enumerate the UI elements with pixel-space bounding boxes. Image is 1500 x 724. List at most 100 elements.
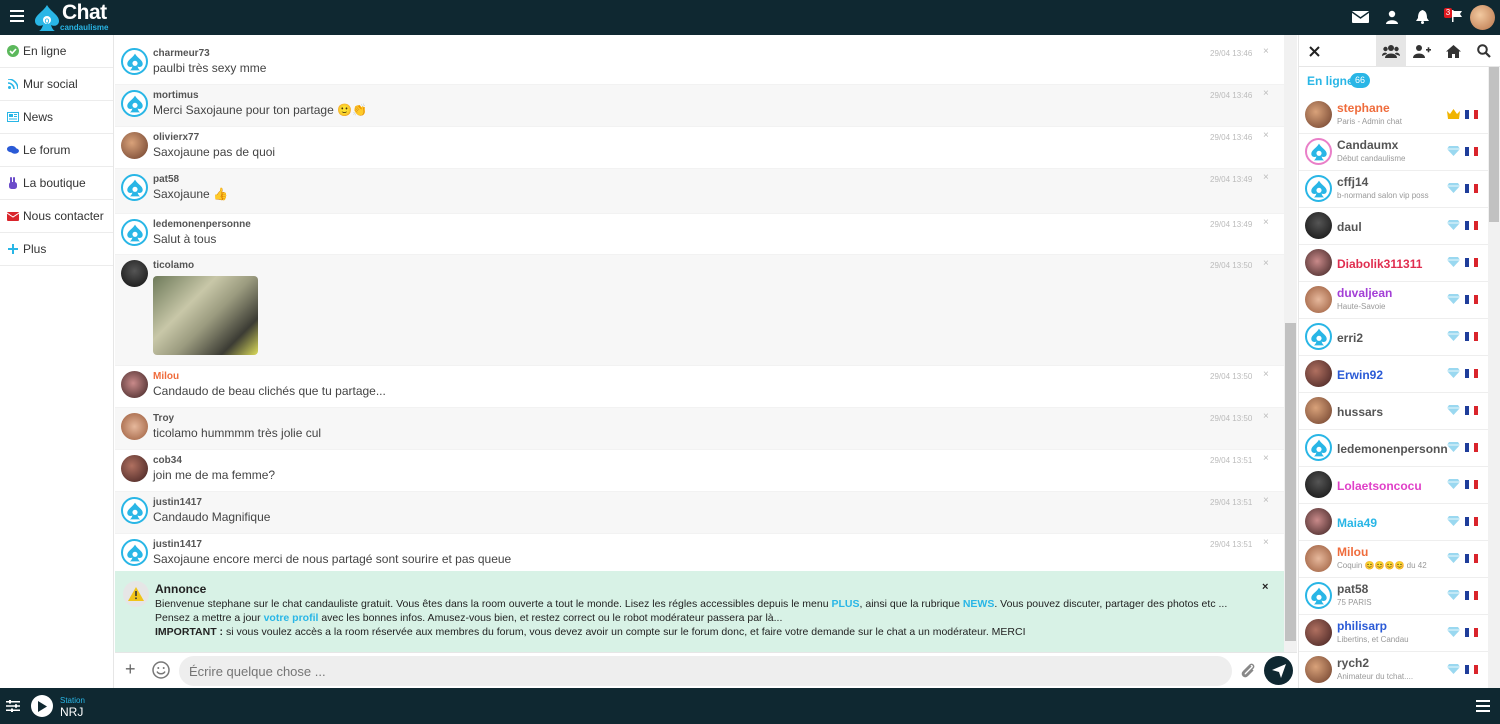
message-username[interactable]: justin1417: [153, 497, 202, 508]
online-user[interactable]: daul: [1299, 208, 1489, 245]
avatar[interactable]: [121, 455, 148, 482]
message-username[interactable]: Milou: [153, 371, 179, 382]
station-label: Station: [60, 696, 85, 705]
nav-item-label: Le forum: [23, 143, 71, 157]
nav-item-la-boutique[interactable]: La boutique: [0, 167, 113, 200]
delete-message-button[interactable]: ×: [1263, 217, 1269, 228]
user-list-scrollbar[interactable]: [1488, 67, 1500, 688]
online-user[interactable]: Milou Coquin 😊😊😊😊 du 42: [1299, 541, 1489, 578]
delete-message-button[interactable]: ×: [1263, 130, 1269, 141]
online-user[interactable]: Erwin92: [1299, 356, 1489, 393]
online-user[interactable]: ledemonenpersonn: [1299, 430, 1489, 467]
avatar: [1305, 286, 1332, 313]
chat-message: ledemonenpersonne 29/04 13:49 × Salut à tou…: [115, 214, 1284, 255]
close-panel-button[interactable]: [1299, 35, 1329, 67]
message-username[interactable]: Troy: [153, 413, 174, 424]
tab-search[interactable]: [1469, 35, 1499, 67]
tab-users[interactable]: [1376, 35, 1406, 67]
avatar: [1305, 508, 1332, 535]
message-username[interactable]: justin1417: [153, 539, 202, 550]
nav-item-label: En ligne: [23, 44, 67, 58]
delete-message-button[interactable]: ×: [1263, 46, 1269, 57]
chat-scrollbar[interactable]: [1284, 35, 1297, 652]
spade-logo-icon: Q: [35, 5, 59, 31]
delete-message-button[interactable]: ×: [1263, 537, 1269, 548]
user-name: philisarp: [1337, 619, 1388, 633]
message-username[interactable]: olivierx77: [153, 132, 199, 143]
nav-item-mur-social[interactable]: Mur social: [0, 68, 113, 101]
avatar[interactable]: [121, 497, 148, 524]
bell-icon[interactable]: [1416, 10, 1429, 24]
nav-item-nous-contacter[interactable]: Nous contacter: [0, 200, 113, 233]
avatar[interactable]: [121, 48, 148, 75]
nav-item-label: Plus: [23, 242, 47, 256]
menu-icon[interactable]: [1476, 700, 1490, 712]
avatar[interactable]: [121, 174, 148, 201]
avatar[interactable]: [121, 413, 148, 440]
avatar[interactable]: [121, 371, 148, 398]
message-username[interactable]: pat58: [153, 174, 179, 185]
online-user[interactable]: stephane Paris - Admin chat: [1299, 97, 1489, 134]
nav-item-le-forum[interactable]: Le forum: [0, 134, 113, 167]
diamond-icon: [1447, 627, 1460, 637]
delete-message-button[interactable]: ×: [1263, 411, 1269, 422]
delete-message-button[interactable]: ×: [1263, 258, 1269, 269]
avatar[interactable]: [121, 132, 148, 159]
menu-icon[interactable]: [10, 10, 24, 24]
paperclip-icon[interactable]: [1240, 662, 1256, 680]
message-username[interactable]: cob34: [153, 455, 182, 466]
french-flag-icon: [1465, 110, 1478, 119]
station-name: NRJ: [60, 705, 84, 719]
online-user[interactable]: rych2 Animateur du tchat....: [1299, 652, 1489, 689]
user-icon[interactable]: [1386, 10, 1398, 24]
message-username[interactable]: charmeur73: [153, 48, 210, 59]
nav-item-plus[interactable]: Plus: [0, 233, 113, 266]
avatar[interactable]: [121, 219, 148, 246]
delete-message-button[interactable]: ×: [1263, 369, 1269, 380]
play-button[interactable]: [31, 695, 53, 717]
delete-message-button[interactable]: ×: [1263, 88, 1269, 99]
message-input[interactable]: [179, 656, 1232, 686]
avatar[interactable]: [121, 539, 148, 566]
online-user[interactable]: Diabolik311311: [1299, 245, 1489, 282]
delete-message-button[interactable]: ×: [1263, 172, 1269, 183]
chat-message: justin1417 29/04 13:51 × Candaudo Magnifiqu…: [115, 492, 1284, 534]
emoji-icon[interactable]: [152, 661, 170, 679]
flag-icon[interactable]: [1452, 10, 1462, 22]
shared-photo[interactable]: [153, 276, 258, 355]
equalizer-icon[interactable]: [6, 700, 20, 712]
delete-message-button[interactable]: ×: [1263, 453, 1269, 464]
user-name: daul: [1337, 220, 1362, 234]
online-user[interactable]: Candaumx Début candaulisme: [1299, 134, 1489, 171]
online-user[interactable]: cffj14 b-normand salon vip poss: [1299, 171, 1489, 208]
avatar[interactable]: [121, 260, 148, 287]
user-avatar[interactable]: [1470, 5, 1495, 30]
message-time: 29/04 13:51: [1210, 540, 1253, 549]
mail-icon[interactable]: [1352, 10, 1369, 24]
tab-home[interactable]: [1438, 35, 1468, 67]
online-user[interactable]: erri2: [1299, 319, 1489, 356]
message-username[interactable]: ticolamo: [153, 260, 194, 271]
avatar: [1305, 212, 1332, 239]
delete-message-button[interactable]: ×: [1263, 495, 1269, 506]
online-user[interactable]: pat58 75 PARIS: [1299, 578, 1489, 615]
add-button[interactable]: +: [125, 659, 136, 680]
online-user[interactable]: duvaljean Haute-Savoie: [1299, 282, 1489, 319]
avatar[interactable]: [121, 90, 148, 117]
message-username[interactable]: ledemonenpersonne: [153, 219, 251, 230]
online-user[interactable]: Lolaetsoncocu: [1299, 467, 1489, 504]
send-button[interactable]: [1264, 656, 1293, 685]
plus-icon: [7, 243, 19, 255]
plus-link[interactable]: PLUS: [832, 598, 860, 610]
news-link[interactable]: NEWS: [963, 598, 995, 610]
message-username[interactable]: mortimus: [153, 90, 199, 101]
online-user[interactable]: Maia49: [1299, 504, 1489, 541]
online-user[interactable]: philisarp Libertins, et Candau: [1299, 615, 1489, 652]
profile-link[interactable]: votre profil: [264, 612, 319, 624]
online-user[interactable]: hussars: [1299, 393, 1489, 430]
announcement-close-button[interactable]: ×: [1262, 581, 1268, 593]
chat-message: pat58 29/04 13:49 × Saxojaune 👍: [115, 169, 1284, 214]
nav-item-news[interactable]: News: [0, 101, 113, 134]
nav-item-en-ligne[interactable]: En ligne: [0, 35, 113, 68]
tab-add-friend[interactable]: [1407, 35, 1437, 67]
